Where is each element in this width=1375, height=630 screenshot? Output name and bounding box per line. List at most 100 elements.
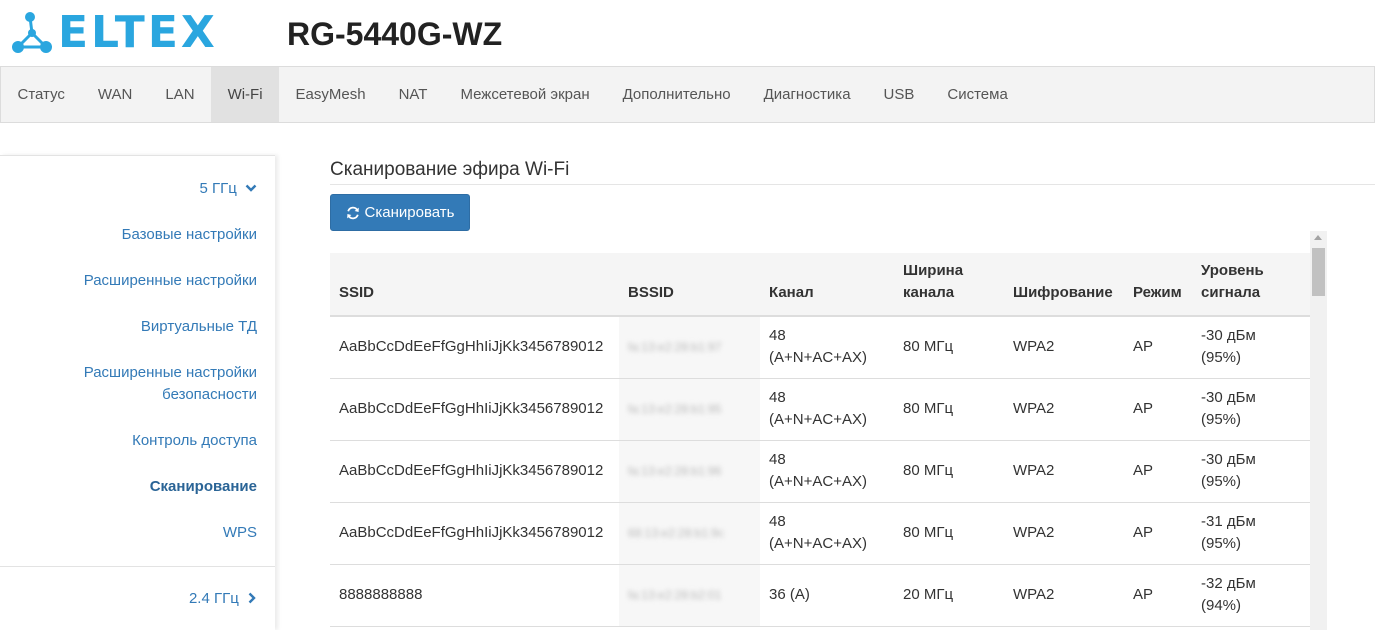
nav-tab-diagnostics[interactable]: Диагностика — [747, 67, 867, 122]
sidebar-group-24ghz[interactable]: 2.4 ГГц — [189, 588, 275, 610]
column-header-ssid: SSID — [330, 253, 619, 317]
cell-signal-line1: -30 дБм — [1201, 389, 1256, 406]
table-header-row: SSID BSSID Канал Ширина канала Шифровани… — [330, 253, 1310, 317]
cell-channel: 48 (A+N+AC+AX) — [760, 440, 894, 503]
cell-signal: -30 дБм (95%) — [1192, 378, 1310, 441]
cell-channel-width: 80 МГц — [894, 440, 1004, 503]
cell-encryption: WPA2 — [1004, 564, 1124, 627]
table-row[interactable]: AaBbCcDdEeFfGgHhIiJjKk3456789012 68:13:e… — [330, 502, 1310, 565]
refresh-icon — [346, 206, 359, 219]
cell-channel-line1: 48 — [769, 327, 786, 345]
cell-channel: 48 (A+N+AC+AX) — [760, 502, 894, 565]
nav-tab-wan[interactable]: WAN — [81, 67, 148, 122]
column-header-bssid: BSSID — [619, 253, 760, 317]
cell-bssid: fa:13:e2:28:b2:01 — [619, 564, 760, 627]
scan-button-label: Сканировать — [364, 204, 455, 221]
chevron-right-icon — [248, 592, 256, 604]
cell-mode: AP — [1124, 564, 1192, 627]
cell-bssid: 68:13:e2:28:b1:9c — [619, 502, 760, 565]
cell-encryption: WPA2 — [1004, 378, 1124, 441]
cell-channel-line1: 48 — [769, 389, 786, 406]
cell-channel-line1: 36 (A) — [769, 586, 810, 603]
cell-ssid: AaBbCcDdEeFfGgHhIiJjKk3456789012 — [330, 378, 619, 441]
device-model-title: RG-5440G-WZ — [287, 16, 503, 52]
sidebar-group-5ghz-label: 5 ГГц — [199, 180, 237, 197]
cell-encryption: WPA2 — [1004, 440, 1124, 503]
title-divider — [330, 184, 1375, 185]
cell-signal-line2: (95%) — [1201, 473, 1242, 490]
logo-text: ELTEX — [58, 7, 218, 58]
column-header-channel-text: Канал — [769, 284, 814, 301]
cell-signal-line1: -30 дБм — [1201, 327, 1256, 345]
cell-signal: -32 дБм (94%) — [1192, 564, 1310, 627]
table-row[interactable]: AaBbCcDdEeFfGgHhIiJjKk3456789012 fa:13:e… — [330, 378, 1310, 441]
sidebar-item-advanced-security-line1: Расширенные настройки — [83, 364, 257, 381]
cell-encryption: WPA2 — [1004, 316, 1124, 379]
cell-ssid: AaBbCcDdEeFfGgHhIiJjKk3456789012 — [330, 502, 619, 565]
cell-signal: -30 дБм (95%) — [1192, 316, 1310, 379]
sidebar-item-scanning[interactable]: Сканирование — [150, 476, 275, 498]
sidebar-group-5ghz[interactable]: 5 ГГц — [199, 178, 275, 200]
cell-encryption: WPA2 — [1004, 502, 1124, 565]
sidebar-group-24ghz-label: 2.4 ГГц — [188, 590, 239, 607]
cell-signal-line1: -30 дБм — [1201, 451, 1256, 468]
column-header-encryption: Шифрование — [1004, 253, 1124, 317]
cell-signal: -31 дБм (95%) — [1192, 502, 1310, 565]
cell-channel: 48 (A+N+AC+AX) — [760, 316, 894, 379]
nav-tab-firewall[interactable]: Межсетевой экран — [444, 67, 606, 122]
sidebar-item-basic-settings[interactable]: Базовые настройки — [122, 224, 275, 246]
column-header-channel-width-line2: канала — [903, 284, 955, 301]
scrollbar-thumb[interactable] — [1312, 248, 1325, 296]
cell-channel: 48 (A+N+AC+AX) — [760, 378, 894, 441]
cell-channel-width: 80 МГц — [894, 378, 1004, 441]
nav-tab-advanced[interactable]: Дополнительно — [606, 67, 747, 122]
nav-tab-nat[interactable]: NAT — [382, 67, 444, 122]
eltex-logo[interactable]: ELTEX — [8, 10, 218, 56]
eltex-network-logo-icon — [12, 12, 52, 53]
cell-bssid: fa:13:e2:28:b1:95 — [619, 378, 760, 441]
cell-signal-line1: -32 дБм — [1201, 575, 1256, 592]
page-title: Сканирование эфира Wi-Fi — [330, 159, 570, 180]
scan-button[interactable]: Сканировать — [330, 194, 470, 231]
cell-signal-line2: (95%) — [1201, 535, 1242, 552]
table-body: AaBbCcDdEeFfGgHhIiJjKk3456789012 fa:13:e… — [330, 316, 1310, 627]
scroll-up-arrow-icon[interactable] — [1314, 235, 1322, 240]
cell-channel-line2: (A+N+AC+AX) — [769, 473, 867, 490]
table-scrollbar[interactable] — [1310, 231, 1327, 630]
column-header-mode-text: Режим — [1133, 284, 1182, 301]
table-row[interactable]: AaBbCcDdEeFfGgHhIiJjKk3456789012 fa:13:e… — [330, 440, 1310, 503]
cell-channel-line2: (A+N+AC+AX) — [769, 411, 867, 428]
table-row[interactable]: 8888888888 fa:13:e2:28:b2:01 36 (A) 20 М… — [330, 564, 1310, 627]
cell-bssid-text: fa:13:e2:28:b1:96 — [628, 464, 722, 478]
sidebar-item-virtual-ap[interactable]: Виртуальные ТД — [141, 316, 275, 338]
cell-channel-line2: (A+N+AC+AX) — [769, 535, 867, 552]
nav-tab-lan[interactable]: LAN — [149, 67, 211, 122]
nav-tab-usb[interactable]: USB — [867, 67, 931, 122]
cell-channel-width: 20 МГц — [894, 564, 1004, 627]
column-header-encryption-text: Шифрование — [1013, 284, 1113, 301]
cell-channel-width: 80 МГц — [894, 502, 1004, 565]
cell-channel: 36 (A) — [760, 564, 894, 627]
scan-results-table-container: SSID BSSID Канал Ширина канала Шифровани… — [330, 253, 1310, 630]
column-header-mode: Режим — [1124, 253, 1192, 317]
scan-results-table: SSID BSSID Канал Ширина канала Шифровани… — [330, 253, 1310, 627]
column-header-ssid-text: SSID — [339, 284, 375, 301]
sidebar-item-access-control[interactable]: Контроль доступа — [132, 430, 275, 452]
column-header-channel-width-line1: Ширина — [903, 262, 964, 279]
cell-signal-line2: (95%) — [1201, 411, 1242, 428]
nav-tab-status[interactable]: Статус — [1, 67, 81, 122]
table-row[interactable]: AaBbCcDdEeFfGgHhIiJjKk3456789012 fa:13:e… — [330, 316, 1310, 379]
sidebar-item-advanced-security[interactable]: Расширенные настройки безопасности — [84, 362, 275, 406]
cell-mode: AP — [1124, 316, 1192, 379]
cell-bssid-text: fa:13:e2:28:b2:01 — [628, 588, 722, 602]
nav-tab-system[interactable]: Система — [931, 67, 1024, 122]
sidebar-item-wps[interactable]: WPS — [223, 522, 275, 544]
sidebar-item-advanced-settings[interactable]: Расширенные настройки — [84, 270, 275, 292]
cell-channel-width: 80 МГц — [894, 316, 1004, 379]
cell-ssid: AaBbCcDdEeFfGgHhIiJjKk3456789012 — [330, 316, 619, 379]
nav-tab-easymesh[interactable]: EasyMesh — [279, 67, 382, 122]
column-header-signal-line1: Уровень — [1201, 262, 1264, 279]
nav-tab-wifi[interactable]: Wi-Fi — [211, 67, 280, 122]
cell-ssid: 8888888888 — [330, 564, 619, 627]
cell-signal: -30 дБм (95%) — [1192, 440, 1310, 503]
